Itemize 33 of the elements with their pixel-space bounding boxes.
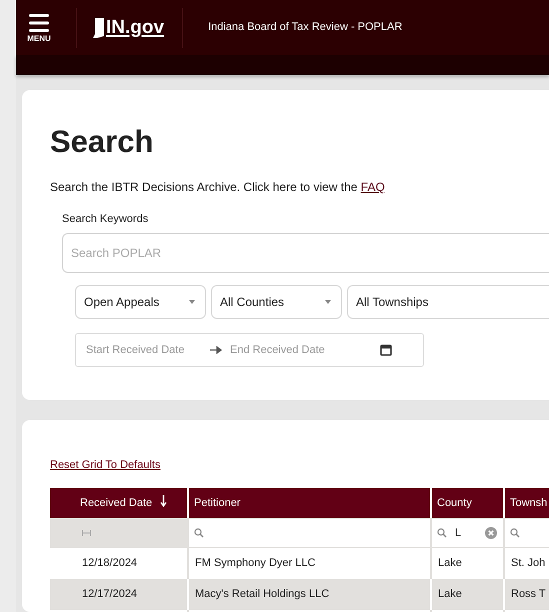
site-logo[interactable]: IN.gov <box>93 16 164 38</box>
clear-icon[interactable] <box>485 527 497 539</box>
end-date-input[interactable]: End Received Date <box>222 334 352 366</box>
menu-icon <box>28 12 50 32</box>
sort-down-icon <box>160 494 168 507</box>
range-filter-icon[interactable] <box>82 530 91 536</box>
calendar-icon[interactable] <box>380 344 392 356</box>
dropdown-value: Open Appeals <box>84 294 160 310</box>
date-range-field[interactable]: Start Received Date End Received Date <box>75 332 424 366</box>
dropdown-value: All Townships <box>356 294 428 310</box>
search-icon <box>510 528 520 538</box>
search-icon <box>437 528 447 538</box>
filter-dropdown[interactable]: All Townships <box>347 284 549 318</box>
menu-button[interactable]: MENU <box>16 0 62 55</box>
search-field[interactable]: Search POPLAR <box>62 232 549 272</box>
table-cell: Macy's Retail Holdings LLC <box>188 579 431 610</box>
reset-grid-link[interactable]: Reset Grid To Defaults <box>50 459 160 471</box>
table-cell: Ross T <box>504 579 549 610</box>
filter-dropdown[interactable]: All Counties <box>211 284 342 318</box>
table-cell: Lake <box>431 579 504 610</box>
search-icon <box>194 528 204 538</box>
filter-value: L <box>455 526 462 541</box>
field-label: Search Keywords <box>62 212 150 227</box>
intro-text: Search the IBTR Decisions Archive. Click here to view the FAQ <box>50 179 386 196</box>
arrow-icon <box>210 346 222 354</box>
state-outline-icon <box>93 16 105 38</box>
table-cell: 12/17/2024 <box>50 579 188 610</box>
start-date-input[interactable]: Start Received Date <box>76 334 210 366</box>
filter-dropdown[interactable]: Open Appeals <box>75 284 206 318</box>
dropdown-value: All Counties <box>220 294 284 310</box>
site-title: Indiana Board of Tax Review - POPLAR <box>208 20 402 36</box>
page-heading: Search <box>50 123 154 161</box>
faq-link[interactable]: FAQ <box>360 180 385 194</box>
